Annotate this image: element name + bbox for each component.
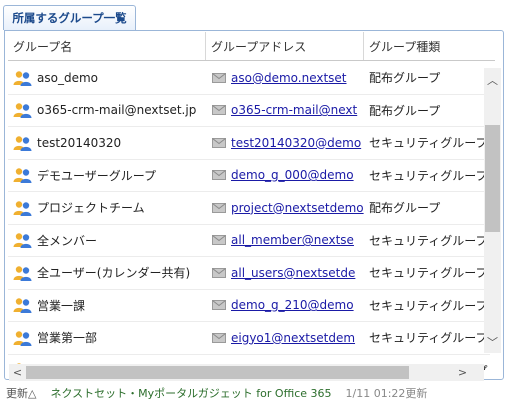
group-address-link[interactable]: o365-crm-mail@next bbox=[231, 103, 357, 117]
gadget-link[interactable]: ネクストセット・Myポータルガジェット for Office 365 bbox=[50, 385, 331, 401]
envelope-icon bbox=[212, 332, 226, 343]
table-header: グループ名 グループアドレス グループ種類 bbox=[8, 32, 495, 61]
scroll-up-icon[interactable]: ︿ bbox=[484, 71, 501, 88]
group-users-icon bbox=[13, 103, 32, 119]
group-type: セキュリティグループ bbox=[369, 168, 488, 183]
tab-label: 所属するグループ一覧 bbox=[12, 11, 127, 25]
column-header-label: グループ種類 bbox=[369, 39, 441, 54]
group-type: セキュリティグループ bbox=[369, 331, 488, 346]
envelope-icon bbox=[212, 235, 226, 246]
group-name: o365-crm-mail@nextset.jp bbox=[37, 103, 197, 118]
group-users-icon bbox=[13, 201, 32, 216]
group-users-icon bbox=[13, 233, 32, 249]
group-address-cell: project@nextsetdemo bbox=[206, 201, 364, 215]
group-type: 配布グループ bbox=[369, 103, 441, 118]
scroll-down-icon[interactable]: ﹀ bbox=[484, 333, 501, 350]
group-name-cell: 営業一課 bbox=[8, 297, 206, 314]
envelope-icon bbox=[212, 170, 226, 181]
group-name-cell: test20140320 bbox=[8, 135, 206, 151]
footer: 更新△ ネクストセット・Myポータルガジェット for Office 365 1… bbox=[6, 385, 504, 401]
group-rows: aso_demo aso@demo.nextset 配布グループ o365-crm-m… bbox=[8, 62, 490, 370]
group-name-cell: 全ユーザー(カレンダー共有) bbox=[8, 264, 206, 281]
group-address-link[interactable]: demo_g_000@demo bbox=[231, 168, 354, 182]
column-header-name[interactable]: グループ名 bbox=[8, 32, 206, 60]
table-row[interactable]: 全ユーザー(カレンダー共有) all_users@nextsetde セキュリティグ… bbox=[8, 257, 490, 290]
group-users-icon bbox=[13, 168, 32, 184]
tab-group-list[interactable]: 所属するグループ一覧 bbox=[3, 5, 136, 30]
scroll-left-icon[interactable]: < bbox=[9, 364, 26, 381]
group-address-link[interactable]: eigyo1@nextsetdem bbox=[231, 331, 355, 345]
group-type: セキュリティグループ bbox=[369, 233, 488, 248]
group-users-icon bbox=[13, 136, 32, 151]
envelope-icon bbox=[212, 267, 226, 278]
column-header-address[interactable]: グループアドレス bbox=[206, 32, 364, 60]
group-address-cell: eigyo1@nextsetdem bbox=[206, 331, 364, 345]
group-name-cell: 営業第一部 bbox=[8, 329, 206, 346]
group-users-icon bbox=[13, 331, 32, 346]
table-row[interactable]: aso_demo aso@demo.nextset 配布グループ bbox=[8, 62, 490, 95]
group-type: 配布グループ bbox=[369, 71, 441, 86]
group-name: 全メンバー bbox=[37, 233, 98, 248]
envelope-icon bbox=[212, 105, 226, 116]
group-address-link[interactable]: test20140320@demo bbox=[231, 136, 361, 150]
group-address-link[interactable]: all_users@nextsetde bbox=[231, 266, 355, 280]
group-address-cell: all_users@nextsetde bbox=[206, 266, 364, 280]
envelope-icon bbox=[212, 300, 226, 311]
group-users-icon bbox=[13, 298, 32, 314]
group-name: 営業第一部 bbox=[37, 331, 98, 346]
group-address-cell: aso@demo.nextset bbox=[206, 71, 364, 85]
envelope-icon bbox=[212, 137, 226, 148]
scroll-right-icon[interactable]: > bbox=[454, 364, 471, 381]
refresh-button[interactable]: 更新△ bbox=[6, 385, 36, 401]
group-type: セキュリティグループ bbox=[369, 136, 488, 151]
group-name: 全ユーザー(カレンダー共有) bbox=[37, 266, 191, 281]
group-address-cell: demo_g_210@demo bbox=[206, 298, 364, 312]
vertical-scrollbar[interactable]: ︿ ﹀ bbox=[484, 68, 501, 353]
group-name-cell: aso_demo bbox=[8, 70, 206, 86]
group-users-icon bbox=[13, 71, 32, 86]
group-address-cell: all_member@nextse bbox=[206, 233, 364, 247]
horizontal-scroll-thumb[interactable] bbox=[26, 366, 409, 379]
envelope-icon bbox=[212, 72, 226, 83]
table-row[interactable]: プロジェクトチーム project@nextsetdemo 配布グループ bbox=[8, 192, 490, 225]
table-row[interactable]: 営業一課 demo_g_210@demo セキュリティグループ bbox=[8, 290, 490, 322]
group-address-link[interactable]: project@nextsetdemo bbox=[231, 201, 364, 215]
group-type: セキュリティグループ bbox=[369, 298, 488, 313]
envelope-icon bbox=[212, 202, 226, 213]
group-address-cell: o365-crm-mail@next bbox=[206, 103, 364, 117]
group-address-cell: test20140320@demo bbox=[206, 136, 364, 150]
group-name-cell: 全メンバー bbox=[8, 232, 206, 249]
group-type: セキュリティグループ bbox=[369, 266, 488, 281]
vertical-scroll-thumb[interactable] bbox=[485, 125, 500, 232]
group-name: test20140320 bbox=[37, 135, 122, 150]
horizontal-scrollbar[interactable]: < > bbox=[9, 364, 484, 381]
last-updated: 1/11 01:22更新 bbox=[345, 387, 428, 400]
column-header-label: グループ名 bbox=[13, 39, 73, 54]
group-name-cell: デモユーザーグループ bbox=[8, 167, 206, 184]
group-name-cell: o365-crm-mail@nextset.jp bbox=[8, 102, 206, 119]
group-name: デモユーザーグループ bbox=[37, 168, 157, 183]
table-row[interactable]: デモユーザーグループ demo_g_000@demo セキュリティグループ bbox=[8, 160, 490, 192]
group-address-link[interactable]: aso@demo.nextset bbox=[231, 71, 347, 85]
column-header-label: グループアドレス bbox=[211, 39, 307, 54]
group-name: 営業一課 bbox=[37, 298, 86, 313]
table-row[interactable]: 営業第一部 eigyo1@nextsetdem セキュリティグループ bbox=[8, 322, 490, 355]
group-name: aso_demo bbox=[37, 70, 98, 85]
group-name-cell: プロジェクトチーム bbox=[8, 199, 206, 216]
table-row[interactable]: 全メンバー all_member@nextse セキュリティグループ bbox=[8, 225, 490, 257]
group-address-link[interactable]: all_member@nextse bbox=[231, 233, 354, 247]
group-type: 配布グループ bbox=[369, 201, 441, 216]
table-row[interactable]: test20140320 test20140320@demo セキュリティグループ bbox=[8, 127, 490, 160]
group-users-icon bbox=[13, 266, 32, 281]
table-row[interactable]: o365-crm-mail@nextset.jp o365-crm-mail@ne… bbox=[8, 95, 490, 127]
column-header-type[interactable]: グループ種類 bbox=[364, 32, 495, 60]
group-address-cell: demo_g_000@demo bbox=[206, 168, 364, 182]
group-address-link[interactable]: demo_g_210@demo bbox=[231, 298, 354, 312]
group-name: プロジェクトチーム bbox=[37, 201, 145, 216]
